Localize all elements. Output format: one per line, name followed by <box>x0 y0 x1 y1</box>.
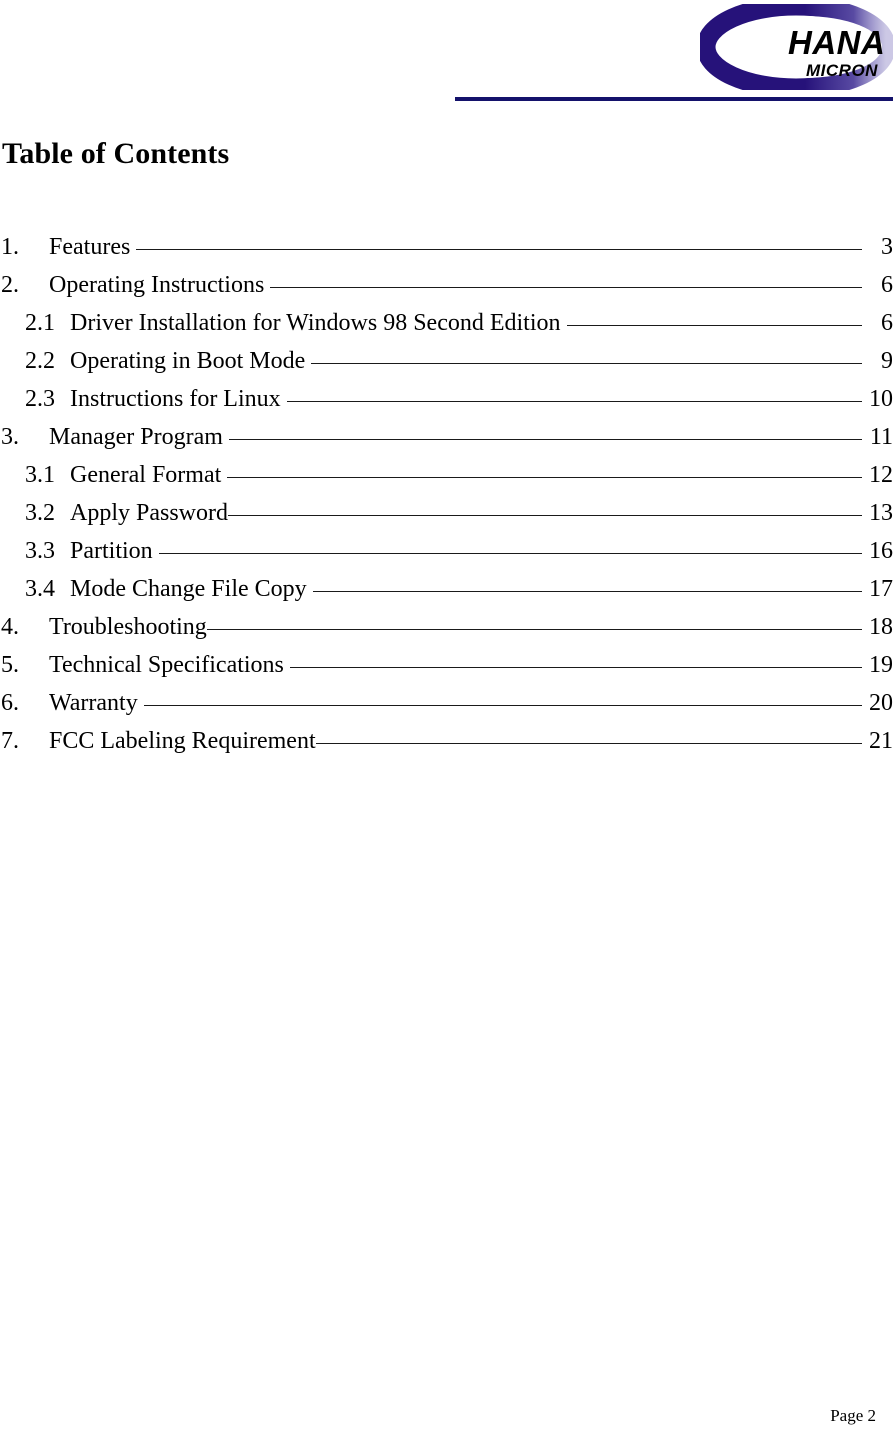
toc-entry-leader <box>315 724 863 748</box>
document-page: HANA MICRON Table of Contents 1. Features… <box>0 0 893 1443</box>
toc-entry-leader <box>206 610 863 634</box>
hana-micron-logo: HANA MICRON <box>700 4 893 90</box>
toc-entry-label: Technical Specifications <box>49 652 284 678</box>
toc-entry-page-number: 20 <box>869 690 893 716</box>
toc-entry-number: 2.1 <box>25 310 55 336</box>
toc-entry-page-number: 6 <box>881 310 893 336</box>
toc-entry-number: 6. <box>1 690 19 716</box>
toc-entry-leader <box>270 268 862 292</box>
toc-entry-number: 3.4 <box>25 576 55 602</box>
toc-entry-page-number: 13 <box>869 500 893 526</box>
toc-entry-number: 2.2 <box>25 348 55 374</box>
page-title: Table of Contents <box>2 137 230 170</box>
toc-entry-page-number: 18 <box>869 614 893 640</box>
toc-entry-number: 3.2 <box>25 500 55 526</box>
toc-entry-label: Troubleshooting <box>49 614 207 640</box>
toc-entry-number: 3.1 <box>25 462 55 488</box>
toc-entry[interactable]: 2.1 Driver Installation for Windows 98 Se… <box>0 304 893 342</box>
toc-entry-number: 4. <box>1 614 19 640</box>
toc-entry[interactable]: 3.1 General Format 12 <box>0 456 893 494</box>
toc-entry-label: Manager Program <box>49 424 223 450</box>
toc-entry[interactable]: 3.4 Mode Change File Copy 17 <box>0 570 893 608</box>
toc-entry-leader <box>227 458 862 482</box>
toc-entry-leader <box>289 648 863 672</box>
toc-entry[interactable]: 3.2 Apply Password 13 <box>0 494 893 532</box>
toc-entry-leader <box>312 572 863 596</box>
toc-entry-leader <box>143 686 863 710</box>
page-footer: Page 2 <box>0 1404 893 1434</box>
table-of-contents-list: 1. Features 3 2. Operating Instructions 6 2.1 D… <box>0 228 893 760</box>
toc-entry[interactable]: 3. Manager Program 11 <box>0 418 893 456</box>
toc-entry-number: 2. <box>1 272 19 298</box>
toc-entry[interactable]: 5. Technical Specifications 19 <box>0 646 893 684</box>
toc-entry-leader <box>136 230 862 254</box>
toc-entry-number: 3.3 <box>25 538 55 564</box>
toc-entry-page-number: 12 <box>869 462 893 488</box>
toc-entry-label: General Format <box>70 462 222 488</box>
toc-entry-label: Apply Password <box>70 500 229 526</box>
toc-entry[interactable]: 1. Features 3 <box>0 228 893 266</box>
toc-entry-page-number: 16 <box>869 538 893 564</box>
svg-text:HANA: HANA <box>788 24 885 61</box>
toc-entry-label: Partition <box>70 538 153 564</box>
toc-entry-page-number: 17 <box>869 576 893 602</box>
toc-entry[interactable]: 3.3 Partition 16 <box>0 532 893 570</box>
toc-entry-page-number: 11 <box>869 424 893 450</box>
toc-entry[interactable]: 2. Operating Instructions 6 <box>0 266 893 304</box>
page-header: HANA MICRON <box>0 0 893 112</box>
header-divider-rule <box>455 97 893 101</box>
toc-entry-number: 2.3 <box>25 386 55 412</box>
toc-entry-label: Driver Installation for Windows 98 Secon… <box>70 310 561 336</box>
footer-page-number: Page 2 <box>830 1406 876 1425</box>
toc-entry[interactable]: 7. FCC Labeling Requirement 21 <box>0 722 893 760</box>
toc-entry-label: Features <box>49 234 131 260</box>
toc-entry-page-number: 10 <box>869 386 893 412</box>
toc-entry-label: Operating in Boot Mode <box>70 348 306 374</box>
toc-entry-number: 5. <box>1 652 19 678</box>
toc-entry-label: Instructions for Linux <box>70 386 281 412</box>
svg-text:MICRON: MICRON <box>806 61 878 80</box>
toc-entry-leader <box>311 344 862 368</box>
toc-entry-number: 7. <box>1 728 19 754</box>
toc-entry-leader <box>286 382 863 406</box>
toc-entry-leader <box>566 306 863 330</box>
toc-entry-leader <box>228 496 862 520</box>
toc-entry-label: Warranty <box>49 690 138 716</box>
toc-entry[interactable]: 4. Troubleshooting 18 <box>0 608 893 646</box>
toc-entry-label: Operating Instructions <box>49 272 265 298</box>
toc-entry-leader <box>228 420 863 444</box>
toc-entry-page-number: 6 <box>881 272 893 298</box>
toc-entry[interactable]: 2.2 Operating in Boot Mode 9 <box>0 342 893 380</box>
toc-entry-page-number: 3 <box>881 234 893 260</box>
toc-entry-number: 1. <box>1 234 19 260</box>
toc-entry-label: FCC Labeling Requirement <box>49 728 316 754</box>
toc-entry-number: 3. <box>1 424 19 450</box>
toc-entry[interactable]: 2.3 Instructions for Linux 10 <box>0 380 893 418</box>
toc-entry-leader <box>158 534 863 558</box>
toc-entry-page-number: 21 <box>869 728 893 754</box>
toc-entry-page-number: 9 <box>881 348 893 374</box>
toc-entry-page-number: 19 <box>869 652 893 678</box>
toc-entry[interactable]: 6. Warranty 20 <box>0 684 893 722</box>
toc-entry-label: Mode Change File Copy <box>70 576 307 602</box>
